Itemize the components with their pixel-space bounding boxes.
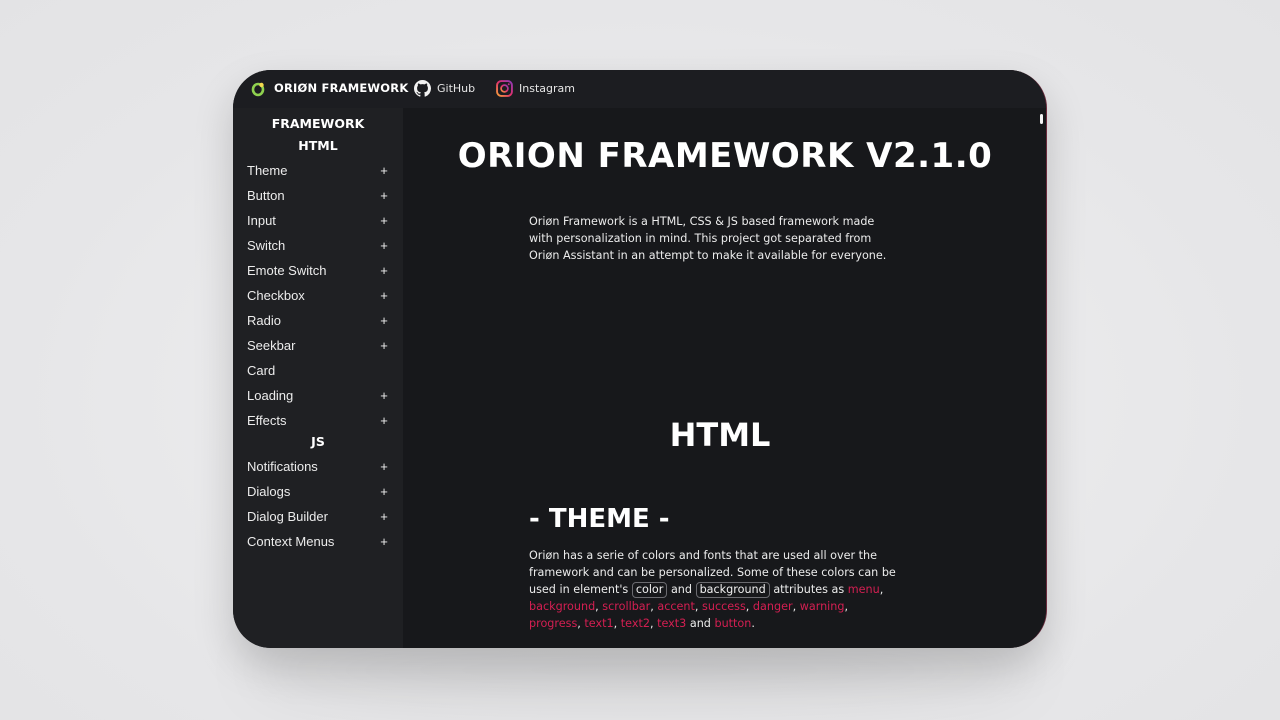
sidebar-item-dialogs[interactable]: Dialogs + xyxy=(247,480,389,502)
expand-plus-icon[interactable]: + xyxy=(379,338,389,353)
main-content: ORION FRAMEWORK V2.1.0 Oriøn Framework i… xyxy=(403,108,1046,648)
orion-logo-icon xyxy=(251,82,265,97)
sidebar-item-label: Button xyxy=(247,187,285,203)
sidebar-item-label: Radio xyxy=(247,312,281,328)
sidebar-item-label: Input xyxy=(247,212,276,228)
sidebar-item-label: Switch xyxy=(247,237,286,253)
expand-plus-icon[interactable]: + xyxy=(379,388,389,403)
scrollbar-thumb[interactable] xyxy=(1040,114,1043,124)
sidebar-item-emote-switch[interactable]: Emote Switch + xyxy=(247,259,389,281)
page-title: ORION FRAMEWORK V2.1.0 xyxy=(457,136,993,176)
expand-plus-icon[interactable]: + xyxy=(379,509,389,524)
expand-plus-icon[interactable]: + xyxy=(379,263,389,278)
color-name-accent: accent xyxy=(657,600,695,613)
sidebar-item-dialog-builder[interactable]: Dialog Builder + xyxy=(247,505,389,527)
theme-text-and1: and xyxy=(670,583,693,596)
color-name-button: button xyxy=(714,617,752,630)
expand-plus-icon[interactable]: + xyxy=(379,238,389,253)
expand-plus-icon[interactable]: + xyxy=(379,534,389,549)
color-name-danger: danger xyxy=(752,600,793,613)
github-link-label: GitHub xyxy=(437,82,476,95)
sidebar-item-notifications[interactable]: Notifications + xyxy=(247,455,389,477)
expand-plus-icon[interactable]: + xyxy=(379,313,389,328)
sidebar-heading-framework[interactable]: FRAMEWORK xyxy=(233,116,403,131)
color-name-warning: warning xyxy=(799,600,845,613)
sidebar-item-theme[interactable]: Theme + xyxy=(247,159,389,181)
expand-plus-icon[interactable]: + xyxy=(379,413,389,428)
instagram-link-label: Instagram xyxy=(519,82,575,95)
color-name-success: success xyxy=(702,600,746,613)
sidebar-item-label: Loading xyxy=(247,387,294,403)
theme-text-and2: and xyxy=(689,617,711,630)
sidebar-item-loading[interactable]: Loading + xyxy=(247,384,389,406)
sidebar-item-seekbar[interactable]: Seekbar + xyxy=(247,334,389,356)
sidebar-item-checkbox[interactable]: Checkbox + xyxy=(247,284,389,306)
sidebar-item-label: Seekbar xyxy=(247,337,296,353)
theme-paragraph: Oriøn has a serie of colors and fonts th… xyxy=(529,549,896,630)
color-name-text1: text1 xyxy=(584,617,614,630)
expand-plus-icon[interactable]: + xyxy=(379,213,389,228)
color-name-progress: progress xyxy=(529,617,578,630)
expand-plus-icon[interactable]: + xyxy=(379,163,389,178)
color-name-background: background xyxy=(529,600,596,613)
code-background: background xyxy=(695,582,770,598)
theme-text-part2: attributes as xyxy=(773,583,845,596)
instagram-icon xyxy=(496,80,513,97)
sidebar-item-label: Card xyxy=(247,362,276,378)
color-name-menu: menu xyxy=(847,583,880,596)
expand-plus-icon[interactable]: + xyxy=(379,459,389,474)
sidebar-item-card[interactable]: Card xyxy=(247,359,389,381)
github-link[interactable]: GitHub xyxy=(414,80,475,97)
instagram-link[interactable]: Instagram xyxy=(496,80,575,97)
intro-paragraph: Oriøn Framework is a HTML, CSS & JS base… xyxy=(529,215,887,262)
sidebar-item-label: Dialog Builder xyxy=(247,508,328,524)
section-heading-html: HTML xyxy=(669,416,771,454)
sidebar-item-label: Theme xyxy=(247,162,288,178)
expand-plus-icon[interactable]: + xyxy=(379,484,389,499)
sidebar: FRAMEWORK HTML Theme + Button + Input + … xyxy=(233,108,403,648)
sidebar-item-label: Checkbox xyxy=(247,287,305,303)
sidebar-item-label: Emote Switch xyxy=(247,262,327,278)
expand-plus-icon[interactable]: + xyxy=(379,288,389,303)
sidebar-item-input[interactable]: Input + xyxy=(247,209,389,231)
brand-title[interactable]: ORIØN FRAMEWORK xyxy=(274,81,408,95)
color-name-text3: text3 xyxy=(657,617,687,630)
sidebar-item-switch[interactable]: Switch + xyxy=(247,234,389,256)
section-heading-theme: - THEME - xyxy=(529,504,670,534)
color-name-scrollbar: scrollbar xyxy=(602,600,651,613)
sidebar-item-effects[interactable]: Effects + xyxy=(247,409,389,431)
sidebar-item-label: Notifications xyxy=(247,458,318,474)
sidebar-item-label: Context Menus xyxy=(247,533,335,549)
app-window: ORIØN FRAMEWORK GitHub Instagram FRAMEWO… xyxy=(233,70,1047,648)
sidebar-heading-html[interactable]: HTML xyxy=(233,138,403,153)
sidebar-item-context-menus[interactable]: Context Menus + xyxy=(247,530,389,552)
expand-plus-icon[interactable]: + xyxy=(379,188,389,203)
color-name-text2: text2 xyxy=(620,617,650,630)
sidebar-item-radio[interactable]: Radio + xyxy=(247,309,389,331)
code-color: color xyxy=(631,582,668,598)
top-navbar: ORIØN FRAMEWORK GitHub Instagram xyxy=(233,70,1046,108)
window-shadow xyxy=(250,640,1030,700)
sidebar-item-button[interactable]: Button + xyxy=(247,184,389,206)
sidebar-heading-js[interactable]: JS xyxy=(233,434,403,449)
sidebar-item-label: Effects xyxy=(247,412,287,428)
github-icon xyxy=(414,80,431,97)
sidebar-item-label: Dialogs xyxy=(247,483,291,499)
